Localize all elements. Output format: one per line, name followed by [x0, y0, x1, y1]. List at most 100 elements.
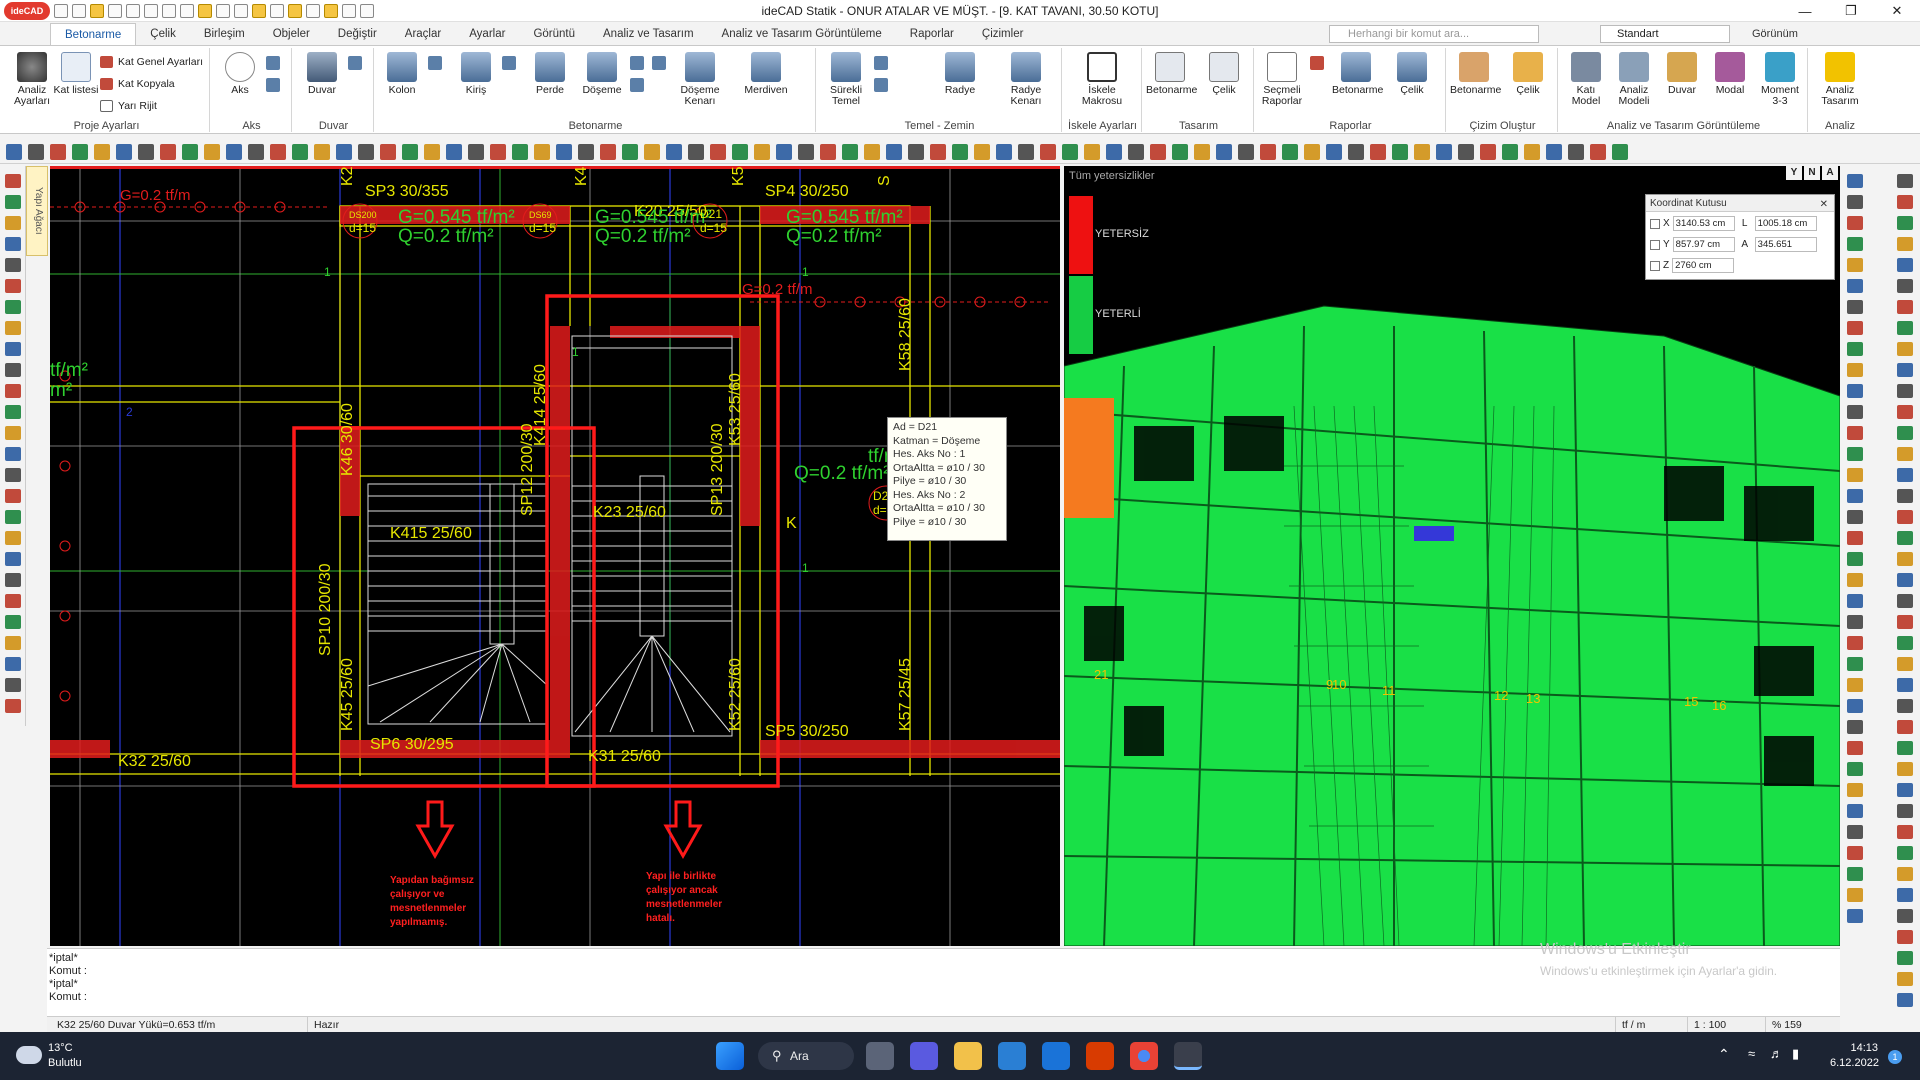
- right-tool-icon[interactable]: [1847, 384, 1863, 398]
- tab-celik[interactable]: Çelik: [136, 23, 190, 45]
- toolbar-tool-icon[interactable]: [336, 144, 352, 160]
- y-lock-checkbox[interactable]: [1650, 239, 1660, 250]
- right-tool-icon[interactable]: [1897, 405, 1913, 419]
- toolbar-tool-icon[interactable]: [710, 144, 726, 160]
- clock-date[interactable]: 6.12.2022: [1830, 1057, 1879, 1069]
- text-style-icon[interactable]: [342, 3, 356, 18]
- toolbar-tool-icon[interactable]: [248, 144, 264, 160]
- right-tool-icon[interactable]: [1847, 678, 1863, 692]
- toolbar-tool-icon[interactable]: [402, 144, 418, 160]
- right-tool-icon[interactable]: [1847, 216, 1863, 230]
- toolbar-tool-icon[interactable]: [1216, 144, 1232, 160]
- slab-edit-icon[interactable]: [652, 56, 666, 70]
- right-tool-icon[interactable]: [1897, 783, 1913, 797]
- close-icon[interactable]: ✕: [1820, 196, 1828, 213]
- left-tool-icon[interactable]: [5, 279, 21, 293]
- right-tool-icon[interactable]: [1897, 762, 1913, 776]
- snap-icon[interactable]: [252, 3, 266, 18]
- toolbar-tool-icon[interactable]: [1326, 144, 1342, 160]
- doseme-kenari-button[interactable]: Döşeme Kenarı: [676, 52, 724, 107]
- right-tool-icon[interactable]: [1897, 951, 1913, 965]
- right-tool-icon[interactable]: [1897, 573, 1913, 587]
- a-button[interactable]: A: [1822, 166, 1838, 180]
- tasarim-betonarme-button[interactable]: Betonarme: [1146, 52, 1197, 96]
- model-3d-view[interactable]: 9 10 11 12 13 15 16 21: [1064, 166, 1840, 946]
- layers-icon[interactable]: [198, 3, 212, 18]
- toolbar-tool-icon[interactable]: [72, 144, 88, 160]
- right-tool-icon[interactable]: [1897, 174, 1913, 188]
- surekli-temel-button[interactable]: Sürekli Temel: [822, 52, 870, 107]
- slab-grid-icon[interactable]: [630, 78, 644, 92]
- right-tool-icon[interactable]: [1897, 447, 1913, 461]
- close-button[interactable]: ✕: [1874, 0, 1920, 22]
- restore-button[interactable]: ❐: [1828, 0, 1874, 22]
- save-icon[interactable]: [108, 3, 122, 18]
- right-tool-icon[interactable]: [1897, 489, 1913, 503]
- store-icon[interactable]: [998, 1042, 1026, 1070]
- left-tool-icon[interactable]: [5, 489, 21, 503]
- toolbar-tool-icon[interactable]: [1128, 144, 1144, 160]
- task-view-icon[interactable]: [866, 1042, 894, 1070]
- tab-objeler[interactable]: Objeler: [259, 23, 324, 45]
- clock-time[interactable]: 14:13: [1848, 1042, 1878, 1054]
- left-tool-icon[interactable]: [5, 552, 21, 566]
- toolbar-tool-icon[interactable]: [820, 144, 836, 160]
- right-tool-icon[interactable]: [1847, 552, 1863, 566]
- aks-button[interactable]: Aks: [216, 52, 264, 96]
- right-tool-icon[interactable]: [1847, 321, 1863, 335]
- left-tool-icon[interactable]: [5, 468, 21, 482]
- right-tool-icon[interactable]: [1847, 237, 1863, 251]
- right-tool-icon[interactable]: [1897, 195, 1913, 209]
- a-input[interactable]: 345.651: [1754, 237, 1817, 252]
- right-tool-icon[interactable]: [1897, 216, 1913, 230]
- toolbar-tool-icon[interactable]: [446, 144, 462, 160]
- right-tool-icon[interactable]: [1847, 846, 1863, 860]
- toolbar-tool-icon[interactable]: [798, 144, 814, 160]
- cizim-betonarme-button[interactable]: Betonarme: [1450, 52, 1501, 96]
- z-input[interactable]: 2760 cm: [1672, 258, 1735, 273]
- toolbar-tool-icon[interactable]: [930, 144, 946, 160]
- command-search-input[interactable]: Herhangi bir komut ara...: [1329, 25, 1539, 43]
- line-icon[interactable]: [306, 3, 320, 18]
- toolbar-tool-icon[interactable]: [160, 144, 176, 160]
- left-tool-icon[interactable]: [5, 174, 21, 188]
- left-tool-icon[interactable]: [5, 216, 21, 230]
- right-tool-icon[interactable]: [1897, 657, 1913, 671]
- select-icon[interactable]: [216, 3, 230, 18]
- right-tool-icon[interactable]: [1847, 657, 1863, 671]
- tasarim-celik-button[interactable]: Çelik: [1200, 52, 1248, 96]
- toolbar-tool-icon[interactable]: [1370, 144, 1386, 160]
- toolbar-tool-icon[interactable]: [1238, 144, 1254, 160]
- analiz-modeli-button[interactable]: Analiz Modeli: [1610, 52, 1658, 107]
- toolbar-tool-icon[interactable]: [908, 144, 924, 160]
- measure-icon[interactable]: [234, 3, 248, 18]
- toolbar-tool-icon[interactable]: [116, 144, 132, 160]
- x-input[interactable]: 3140.53 cm: [1672, 216, 1735, 231]
- z-lock-checkbox[interactable]: [1650, 260, 1660, 271]
- atg-duvar-button[interactable]: Duvar: [1658, 52, 1706, 96]
- analiz-ayarlari-button[interactable]: Analiz Ayarları: [8, 52, 56, 107]
- right-tool-icon[interactable]: [1847, 720, 1863, 734]
- toolbar-tool-icon[interactable]: [842, 144, 858, 160]
- tab-analiz-tasarim[interactable]: Analiz ve Tasarım: [589, 23, 708, 45]
- print-icon[interactable]: [180, 3, 194, 18]
- toolbar-tool-icon[interactable]: [1458, 144, 1474, 160]
- toolbar-tool-icon[interactable]: [1502, 144, 1518, 160]
- right-tool-icon[interactable]: [1897, 930, 1913, 944]
- x-lock-checkbox[interactable]: [1650, 218, 1660, 229]
- command-input[interactable]: Komut :: [49, 991, 1840, 1004]
- toolbar-tool-icon[interactable]: [1172, 144, 1188, 160]
- toolbar-tool-icon[interactable]: [1194, 144, 1210, 160]
- doseme-button[interactable]: Döşeme: [578, 52, 626, 96]
- axis-rotate-icon[interactable]: [266, 78, 280, 92]
- kat-kopyala-button[interactable]: Kat Kopyala: [100, 76, 175, 92]
- right-tool-icon[interactable]: [1897, 552, 1913, 566]
- toolbar-tool-icon[interactable]: [1040, 144, 1056, 160]
- right-tool-icon[interactable]: [1847, 468, 1863, 482]
- left-tool-icon[interactable]: [5, 342, 21, 356]
- rapor-betonarme-button[interactable]: Betonarme: [1332, 52, 1383, 96]
- toolbar-tool-icon[interactable]: [1084, 144, 1100, 160]
- left-tool-icon[interactable]: [5, 510, 21, 524]
- right-tool-icon[interactable]: [1897, 636, 1913, 650]
- style-select[interactable]: Standart: [1600, 25, 1730, 43]
